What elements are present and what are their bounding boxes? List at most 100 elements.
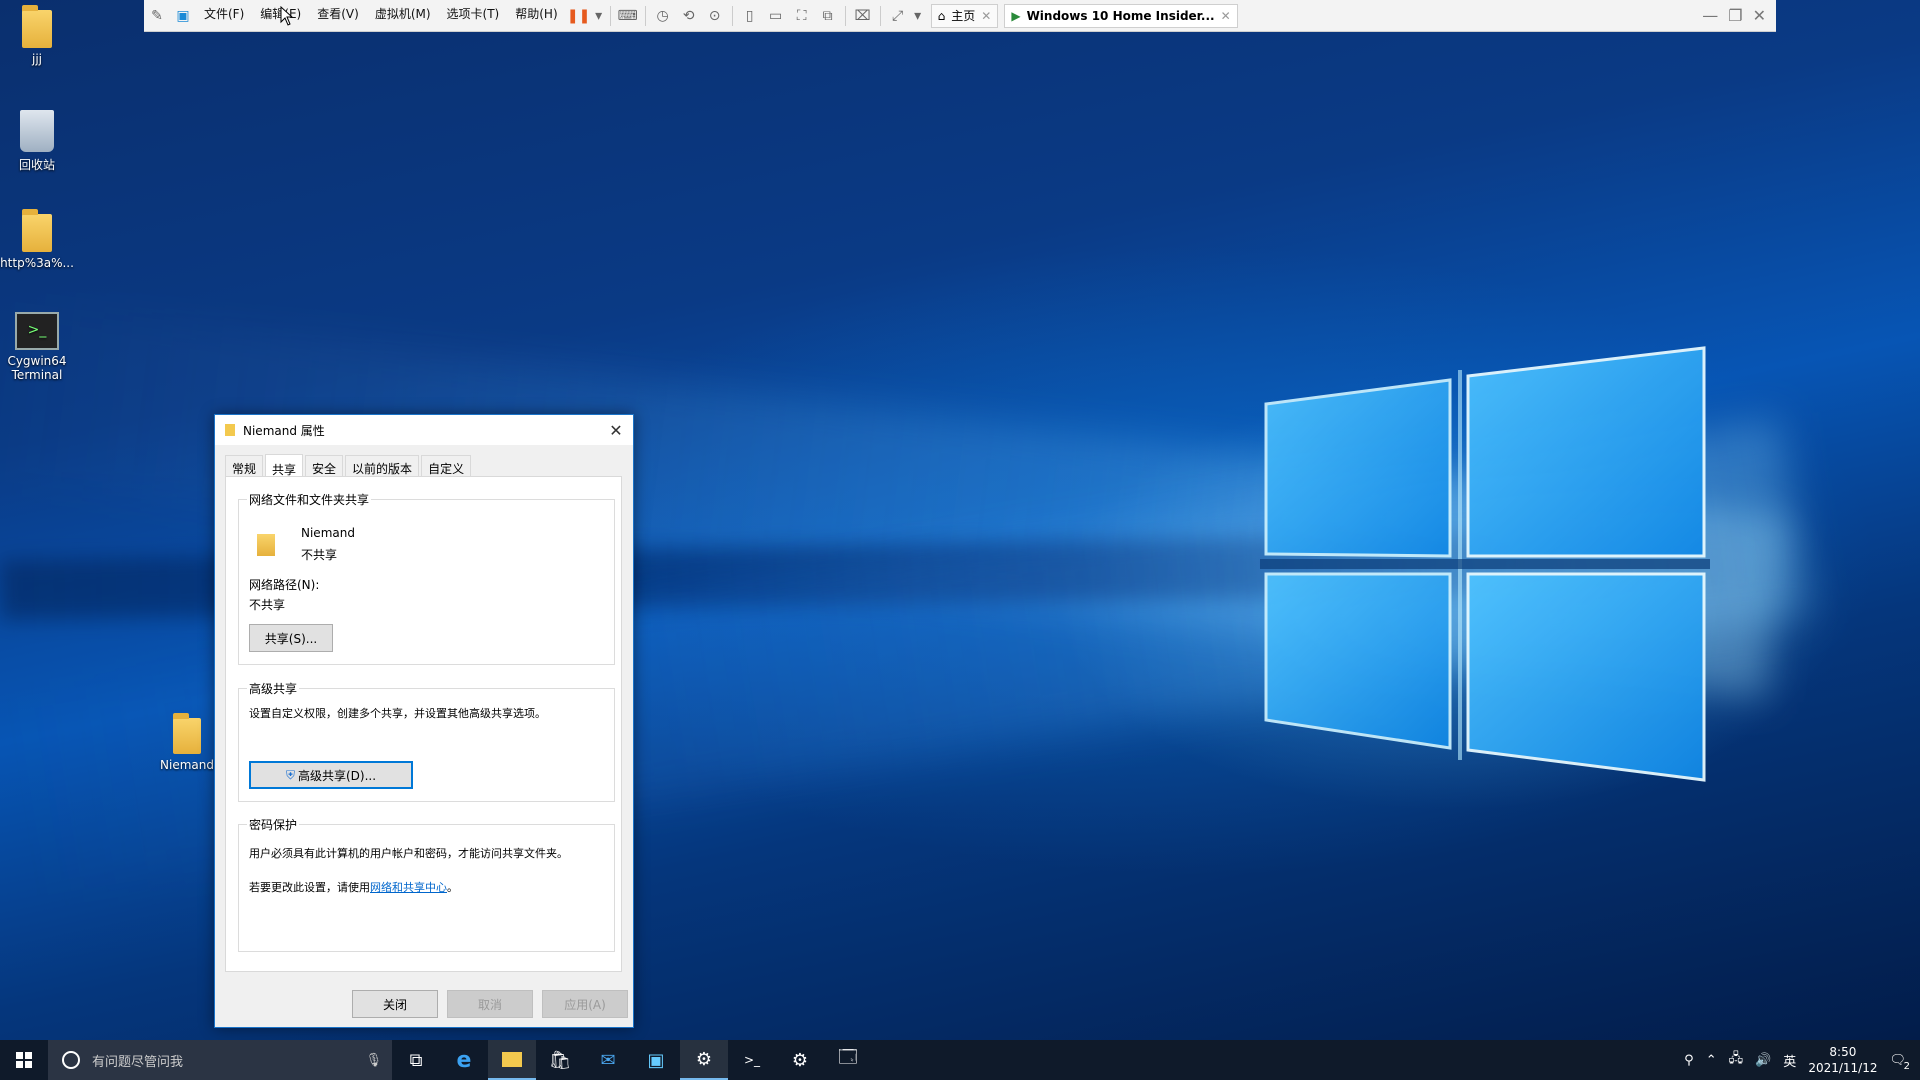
clock[interactable]: 8:50 2021/11/12	[1808, 1044, 1877, 1076]
microphone-icon[interactable]: 🎙	[365, 1053, 392, 1068]
store-icon[interactable]: 🛍	[536, 1040, 584, 1080]
restore-icon[interactable]: ❐	[1728, 6, 1742, 25]
revert-snapshot-icon[interactable]: ⟲	[676, 8, 702, 24]
window-controls: — ❐ ✕	[1702, 6, 1776, 25]
action-center-icon[interactable]: 🗨 2	[1889, 1053, 1910, 1072]
taskbar-search-box[interactable]: 有问题尽管问我 🎙	[48, 1040, 392, 1080]
cancel-button[interactable]: 取消	[447, 990, 533, 1018]
dropdown-arrow-icon[interactable]: ▾	[592, 8, 606, 24]
desktop-icon-label: jjj	[31, 52, 42, 66]
password-change-text: 若要更改此设置，请使用网络和共享中心。	[249, 879, 458, 895]
tab-vm-label: Windows 10 Home Insider...	[1026, 8, 1215, 23]
apply-button[interactable]: 应用(A)	[542, 990, 628, 1018]
snapshot-manager-icon[interactable]: ⊙	[702, 8, 728, 24]
network-path-value: 不共享	[249, 598, 286, 612]
password-protection-group: 密码保护 用户必须具有此计算机的用户帐户和密码，才能访问共享文件夹。 若要更改此…	[238, 816, 615, 952]
cortana-circle-icon	[62, 1051, 80, 1069]
send-keys-icon[interactable]: ⌨	[615, 8, 641, 24]
ime-indicator[interactable]: 英	[1783, 1051, 1796, 1070]
search-placeholder: 有问题尽管问我	[92, 1054, 184, 1070]
pin-icon[interactable]: ✎	[144, 8, 170, 24]
advanced-sharing-button-label: 高级共享(D)...	[297, 768, 377, 783]
edge-browser-icon[interactable]: e	[440, 1040, 488, 1080]
chevron-up-icon[interactable]: ⌃	[1706, 1053, 1717, 1068]
snapshot-icon[interactable]: ◷	[650, 8, 676, 24]
start-button[interactable]	[0, 1040, 48, 1080]
dropdown-arrow-icon[interactable]: ▾	[911, 8, 925, 24]
share-button[interactable]: 共享(S)...	[249, 624, 333, 652]
share-status: 不共享	[301, 548, 338, 562]
control-panel-icon[interactable]: ▣	[632, 1040, 680, 1080]
folder-icon	[225, 424, 235, 436]
menu-vm[interactable]: 虚拟机(M)	[367, 0, 439, 32]
desktop-icon-label: 回收站	[18, 158, 55, 172]
desktop-icon-recycle-bin[interactable]: 回收站	[0, 110, 77, 173]
network-sharing-group: 网络文件和文件夹共享 Niemand 不共享 网络路径(N): 不共享 共享(S…	[238, 491, 615, 665]
menu-help[interactable]: 帮助(H)	[507, 0, 565, 32]
unity-icon[interactable]: ⧉	[815, 8, 841, 24]
clock-time: 8:50	[1829, 1045, 1857, 1059]
sharing-tab-page: 网络文件和文件夹共享 Niemand 不共享 网络路径(N): 不共享 共享(S…	[225, 476, 622, 972]
home-icon: ⌂	[937, 8, 946, 23]
uac-shield-icon: ⛨	[285, 767, 295, 782]
network-path-label: 网络路径(N):	[249, 578, 320, 592]
desktop-icon-label: Cygwin64 Terminal	[7, 354, 67, 382]
change-suffix: 。	[447, 881, 458, 894]
dialog-titlebar[interactable]: Niemand 属性 ✕	[215, 415, 633, 445]
tab-vm[interactable]: ▶ Windows 10 Home Insider... ✕	[1004, 3, 1238, 28]
close-button[interactable]: 关闭	[352, 990, 438, 1018]
close-tab-icon[interactable]: ✕	[981, 9, 991, 23]
folder-icon	[173, 713, 201, 754]
volume-icon[interactable]: 🔊	[1755, 1053, 1771, 1068]
folder-icon	[22, 209, 52, 252]
recycle-bin-icon	[20, 110, 54, 152]
vmware-toolbar: ✎ ▣ 文件(F) 编辑(E) 查看(V) 虚拟机(M) 选项卡(T) 帮助(H…	[144, 0, 1776, 32]
advanced-sharing-button[interactable]: ⛨ 高级共享(D)...	[249, 761, 413, 789]
toolbar-separator	[844, 5, 846, 26]
terminal-icon[interactable]: >_	[728, 1040, 776, 1080]
mail-icon[interactable]: ✉	[584, 1040, 632, 1080]
library-view-icon[interactable]: ▯	[737, 8, 763, 24]
desktop-icon-folder-http[interactable]: http%3a%...	[0, 209, 77, 270]
minimize-icon[interactable]: —	[1702, 6, 1718, 25]
user-folder-icon	[22, 5, 52, 48]
change-prefix: 若要更改此设置，请使用	[249, 881, 370, 894]
console-icon[interactable]: ⌧	[850, 8, 876, 24]
tab-home-label: 主页	[951, 9, 976, 23]
desktop-icon-cygwin[interactable]: >_ Cygwin64 Terminal	[0, 312, 77, 382]
vm-icon: ▶	[1011, 8, 1021, 23]
stretch-icon[interactable]: ⤢	[885, 8, 911, 24]
desktop-icon-user[interactable]: jjj	[0, 5, 77, 66]
people-icon[interactable]: ⚲	[1684, 1053, 1694, 1068]
mouse-cursor-icon	[280, 6, 294, 26]
task-view-icon[interactable]: ⧉	[392, 1040, 440, 1080]
settings-gear-icon[interactable]: ⚙	[776, 1040, 824, 1080]
vmware-logo-icon[interactable]: ▣	[170, 8, 196, 24]
group-label: 密码保护	[247, 816, 300, 833]
desktop-icon-label: http%3a%...	[0, 256, 74, 270]
thumbnail-view-icon[interactable]: ▭	[763, 8, 789, 24]
pause-icon[interactable]: ❚❚	[566, 8, 592, 24]
network-sharing-center-link[interactable]: 网络和共享中心	[370, 881, 447, 894]
group-label: 网络文件和文件夹共享	[247, 491, 372, 508]
close-icon[interactable]: ✕	[1753, 6, 1766, 25]
toolbar-separator	[644, 5, 646, 26]
settings-gear-icon[interactable]: ⚙	[680, 1040, 728, 1080]
windows-logo-wallpaper	[1260, 346, 1710, 782]
shared-folder-name: Niemand	[301, 526, 355, 540]
network-icon[interactable]: 🖧	[1729, 1049, 1744, 1071]
dialog-title: Niemand 属性	[243, 423, 325, 438]
menu-view[interactable]: 查看(V)	[309, 0, 367, 32]
close-tab-icon[interactable]: ✕	[1221, 9, 1231, 23]
tab-home[interactable]: ⌂ 主页 ✕	[930, 3, 999, 28]
fullscreen-icon[interactable]: ⛶	[789, 8, 815, 24]
system-tray: ⚲ ⌃ 🖧 🔊 英 8:50 2021/11/12 🗨 2	[1684, 1044, 1920, 1076]
file-explorer-icon[interactable]	[488, 1040, 536, 1080]
menu-tabs[interactable]: 选项卡(T)	[439, 0, 508, 32]
close-icon[interactable]: ✕	[599, 421, 633, 440]
toolbar-separator	[731, 5, 733, 26]
menu-file[interactable]: 文件(F)	[196, 0, 252, 32]
network-share-icon[interactable]: 🗔	[824, 1040, 872, 1080]
advanced-sharing-group: 高级共享 设置自定义权限，创建多个共享，并设置其他高级共享选项。 ⛨ 高级共享(…	[238, 680, 615, 802]
clock-date: 2021/11/12	[1808, 1061, 1878, 1075]
